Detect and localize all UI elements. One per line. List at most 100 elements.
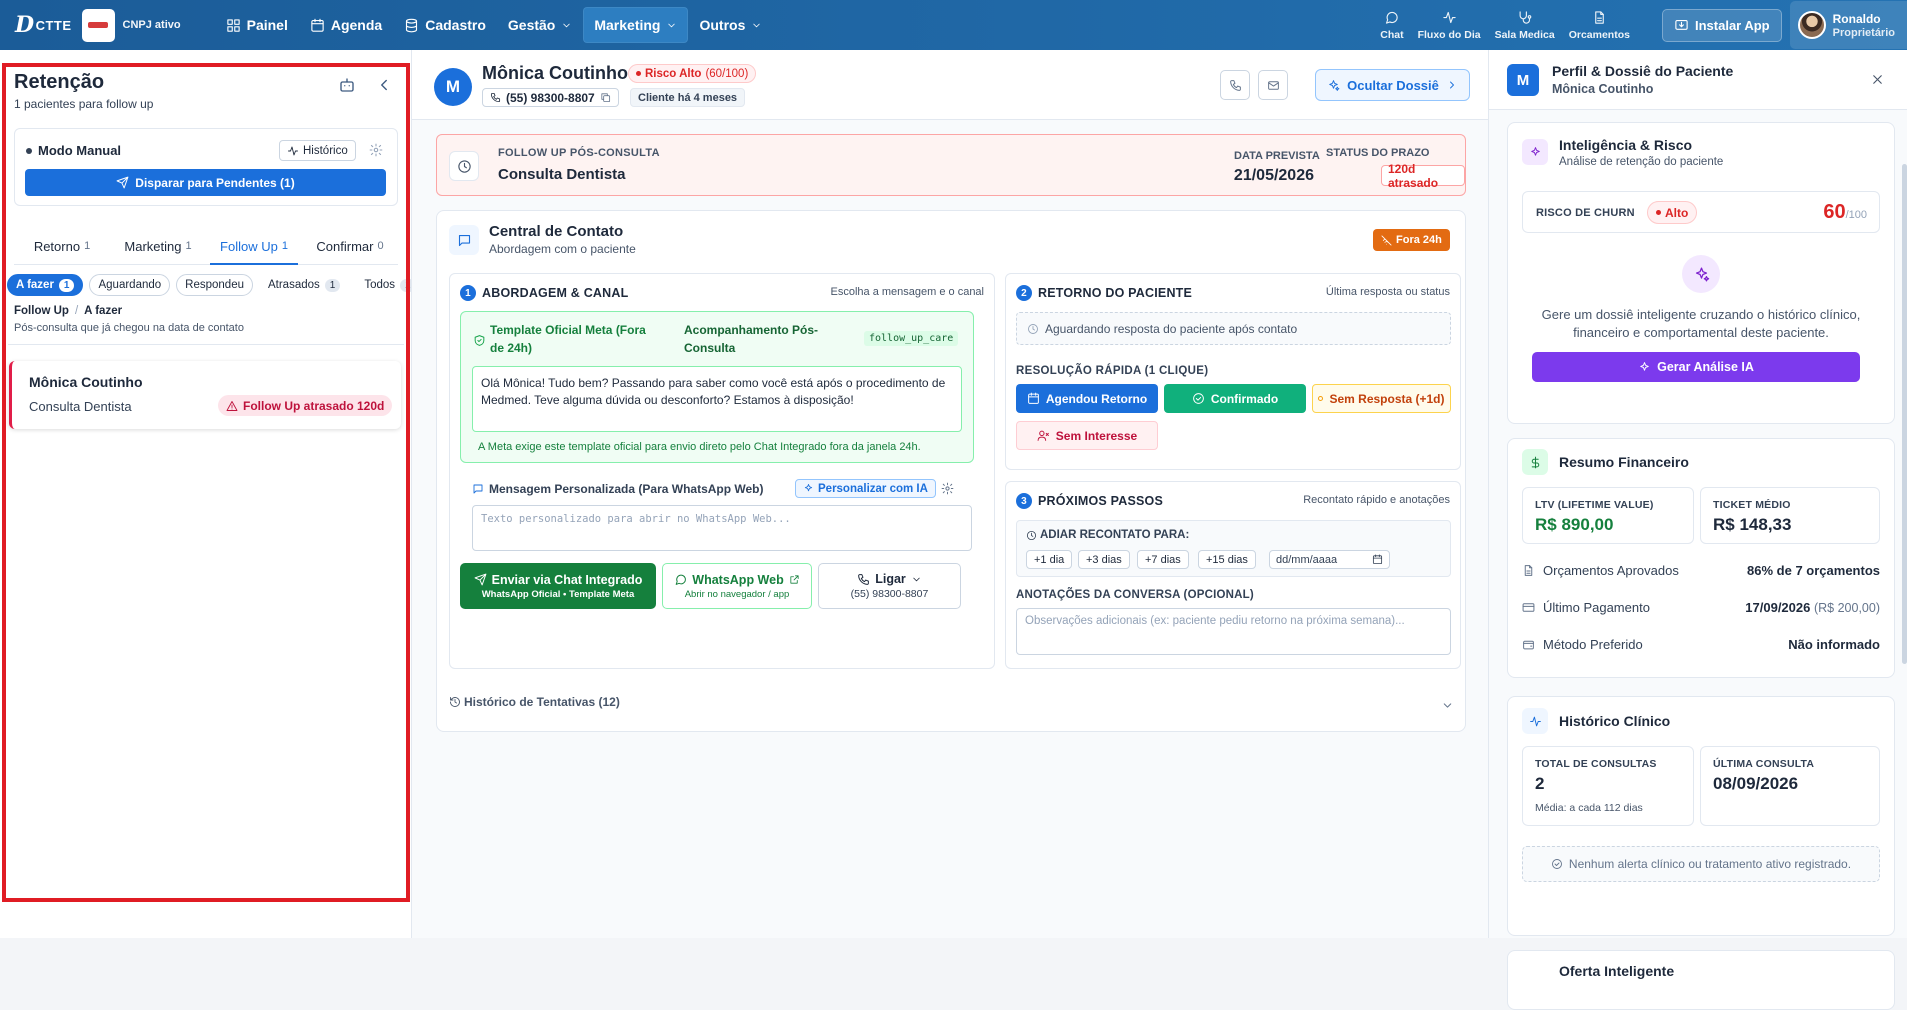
dossier-title: Perfil & Dossiê do Paciente: [1552, 63, 1734, 79]
message-icon: [449, 225, 479, 255]
ia-description: Gere um dossiê inteligente cruzando o hi…: [1541, 307, 1861, 340]
chip-respondeu[interactable]: Respondeu: [176, 274, 253, 296]
custom-message-input[interactable]: Texto personalizado para abrir no WhatsA…: [472, 505, 972, 551]
install-app-button[interactable]: Instalar App: [1661, 8, 1782, 42]
status-badge: Alto: [1647, 201, 1698, 224]
nav-outros[interactable]: Outros: [688, 7, 773, 43]
tool-fluxo-do-dia[interactable]: Fluxo do Dia: [1411, 0, 1488, 50]
nav-cadastro[interactable]: Cadastro: [393, 7, 497, 43]
nav-painel[interactable]: Painel: [215, 7, 299, 43]
followup-title: Consulta Dentista: [498, 166, 626, 183]
postpone-7-days[interactable]: +7 dias: [1137, 550, 1189, 569]
clock-icon: [1028, 323, 1038, 334]
tab-follow-up[interactable]: Follow Up 1: [206, 228, 302, 265]
custom-message-label: Mensagem Personalizada (Para WhatsApp We…: [472, 482, 764, 496]
gear-icon[interactable]: [941, 482, 954, 495]
whatsapp-web-button[interactable]: WhatsApp Web Abrir no navegador / app: [662, 563, 812, 609]
attempts-history-toggle[interactable]: Histórico de Tentativas (12): [449, 695, 620, 709]
postpone-1-day[interactable]: +1 dia: [1026, 550, 1073, 569]
dollar-icon: [1522, 449, 1548, 475]
sparkles-icon: [1329, 79, 1340, 91]
chip-aguardando[interactable]: Aguardando: [89, 274, 171, 296]
page-title: Retenção: [14, 71, 105, 93]
status-badge: 120d atrasado: [1381, 162, 1465, 190]
whatsapp-icon: [675, 574, 687, 585]
no-clinical-alert: Nenhum alerta clínico ou tratamento ativ…: [1522, 846, 1880, 882]
copy-icon[interactable]: [600, 92, 611, 103]
postpone-15-days[interactable]: +15 dias: [1198, 550, 1256, 569]
user-role: Proprietário: [1832, 26, 1895, 39]
document-icon: [1595, 10, 1604, 24]
history-button[interactable]: Histórico: [279, 140, 356, 161]
patient-phone[interactable]: (55) 98300-8807: [482, 88, 619, 107]
scheduled-return-button[interactable]: Agendou Retorno: [1016, 384, 1158, 413]
fire-pending-button[interactable]: Disparar para Pendentes (1): [25, 169, 386, 196]
call-dropdown-button[interactable]: Ligar (55) 98300-8807: [818, 563, 961, 609]
tool-sala-medica[interactable]: Sala Medica: [1488, 0, 1562, 50]
pulse-icon: [288, 146, 298, 155]
warning-icon: [226, 400, 238, 411]
robot-icon[interactable]: [338, 76, 356, 94]
mode-label: Modo Manual: [38, 143, 122, 158]
dossier-header: M Perfil & Dossiê do Paciente Mônica Cou…: [1489, 50, 1907, 110]
waiting-status: Aguardando resposta do paciente após con…: [1016, 312, 1451, 345]
main-nav: Painel Agenda Cadastro Gestão Marketing …: [215, 0, 774, 50]
chevron-right-icon: [1449, 81, 1454, 89]
check-circle-icon: [1551, 859, 1562, 869]
collapse-panel-icon[interactable]: [375, 76, 393, 94]
total-consultations-stat: TOTAL DE CONSULTAS 2 Média: a cada 112 d…: [1522, 746, 1694, 826]
tool-orcamentos[interactable]: Orcamentos: [1562, 0, 1637, 50]
circle-icon: [1318, 396, 1324, 401]
no-signal-icon: [1381, 235, 1392, 245]
no-interest-button[interactable]: Sem Interesse: [1016, 421, 1158, 450]
followup-banner: FOLLOW UP PÓS-CONSULTA Consulta Dentista…: [436, 134, 1466, 196]
nav-gestao[interactable]: Gestão: [497, 7, 583, 43]
send-integrated-chat-button[interactable]: Enviar via Chat Integrado WhatsApp Ofici…: [460, 563, 656, 609]
tab-retorno[interactable]: Retorno 1: [14, 228, 110, 264]
meta-template-card[interactable]: Template Oficial Meta (Fora de 24h) Acom…: [460, 311, 974, 463]
call-button[interactable]: [1220, 70, 1250, 100]
list-item[interactable]: Mônica Coutinho Consulta Dentista Follow…: [9, 361, 401, 429]
hide-dossier-button[interactable]: Ocultar Dossiê: [1315, 69, 1470, 101]
chip-atrasados[interactable]: Atrasados 1: [259, 274, 349, 296]
nav-marketing[interactable]: Marketing: [583, 7, 689, 43]
gear-icon[interactable]: [369, 143, 383, 157]
churn-risk-row: RISCO DE CHURN Alto 60/100: [1522, 191, 1880, 233]
no-response-button[interactable]: Sem Resposta (+1d): [1312, 384, 1451, 413]
patient-header: M Mônica Coutinho Risco Alto (60/100) (55…: [412, 50, 1488, 120]
confirmed-button[interactable]: Confirmado: [1164, 384, 1306, 413]
chat-icon: [1386, 11, 1399, 24]
email-button[interactable]: [1258, 70, 1288, 100]
clock-icon: [449, 151, 479, 181]
scrollbar[interactable]: [1902, 164, 1907, 664]
calendar-icon: [1027, 392, 1039, 404]
financial-summary-card: Resumo Financeiro LTV (LIFETIME VALUE) R…: [1507, 438, 1895, 678]
generate-ia-analysis-button[interactable]: Gerar Análise IA: [1532, 352, 1860, 382]
notes-input[interactable]: Observações adicionais (ex: paciente ped…: [1016, 608, 1451, 655]
message-icon: [473, 484, 483, 494]
chip-a-fazer[interactable]: A fazer 1: [7, 274, 84, 296]
patient-name: Mônica Coutinho: [29, 374, 143, 390]
status-badge: Follow Up atrasado 120d: [218, 395, 393, 416]
page-subtitle: 1 pacientes para follow up: [14, 97, 154, 111]
nav-agenda[interactable]: Agenda: [299, 7, 393, 43]
personalize-ia-button[interactable]: Personalizar com IA: [795, 479, 936, 498]
chevron-down-icon: [913, 577, 920, 581]
postpone-3-days[interactable]: +3 dias: [1078, 550, 1130, 569]
ticket-stat: TICKET MÉDIO R$ 148,33: [1700, 487, 1880, 544]
tab-marketing[interactable]: Marketing 1: [110, 228, 206, 264]
tab-confirmar[interactable]: Confirmar 0: [302, 228, 398, 264]
approach-channel-box: 1 ABORDAGEM & CANAL Escolha a mensagem e …: [449, 273, 995, 669]
app-logo[interactable]: D CTTE: [15, 12, 72, 38]
smart-offer-card: Oferta Inteligente: [1507, 950, 1895, 1010]
close-icon[interactable]: [1870, 72, 1885, 87]
tool-chat[interactable]: Chat: [1373, 0, 1410, 50]
dossier-patient-name: Mônica Coutinho: [1552, 82, 1654, 96]
user-menu[interactable]: Ronaldo Proprietário: [1789, 1, 1907, 49]
check-circle-icon: [1192, 393, 1204, 404]
client-since-badge: Cliente há 4 meses: [630, 88, 746, 107]
contact-panel: M Mônica Coutinho Risco Alto (60/100) (55…: [412, 50, 1488, 938]
chevron-down-icon[interactable]: [1441, 699, 1454, 712]
postpone-date-input[interactable]: dd/mm/aaaa: [1269, 550, 1390, 569]
clinic-logo[interactable]: [81, 8, 115, 42]
